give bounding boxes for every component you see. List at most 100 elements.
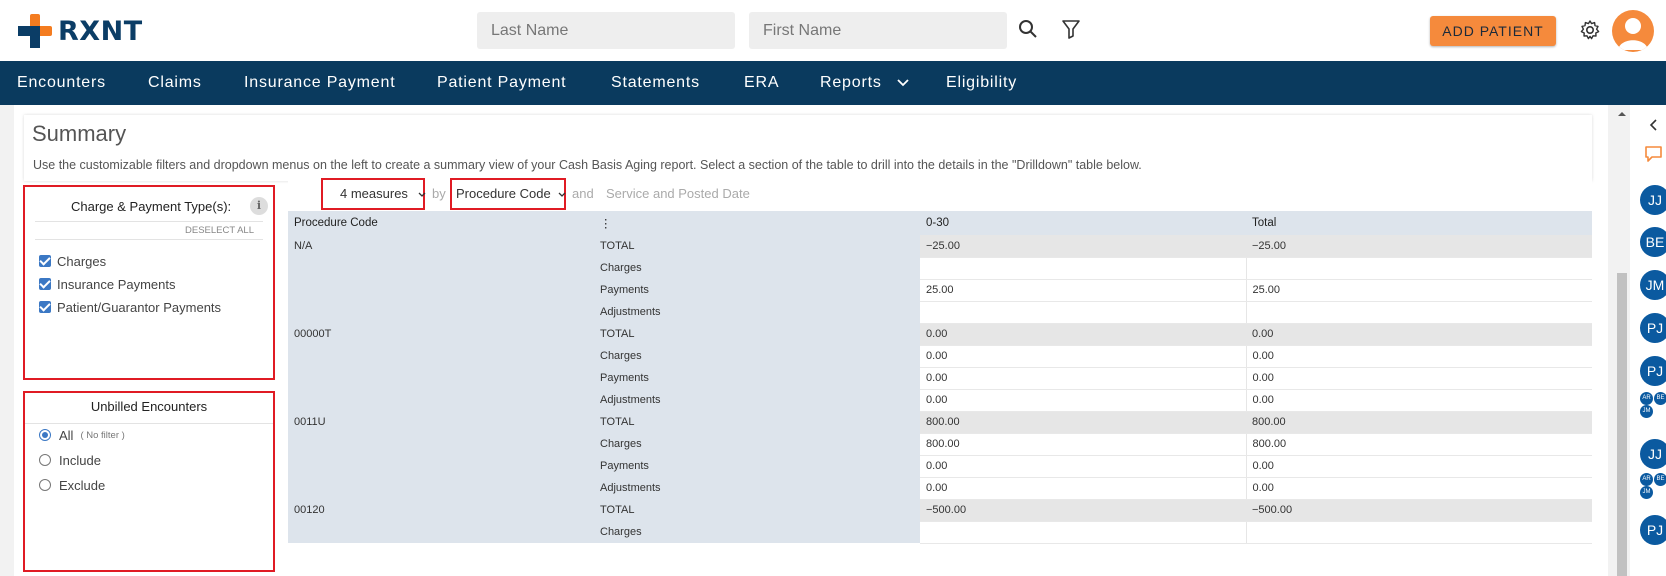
mini-user-chip[interactable]: BE xyxy=(1654,473,1666,486)
filter-icon[interactable] xyxy=(1060,18,1082,40)
user-chip[interactable]: JM xyxy=(1640,270,1666,300)
rxnt-logo[interactable]: RXNT xyxy=(18,14,143,48)
nav-statements[interactable]: Statements xyxy=(611,61,700,105)
value-cell-total[interactable] xyxy=(1246,257,1592,280)
chat-icon[interactable] xyxy=(1644,145,1666,165)
and-label: and xyxy=(572,186,594,201)
value-cell-total[interactable]: 0.00 xyxy=(1246,345,1592,368)
pivot-body: N/A TOTAL −25.00 −25.00 Charges Payments 25.00… xyxy=(288,235,1592,544)
checkbox-insurance-payments[interactable]: Insurance Payments xyxy=(39,276,176,292)
value-cell-total[interactable]: 25.00 xyxy=(1246,279,1592,302)
value-cell-0-30[interactable]: −25.00 xyxy=(920,235,1246,258)
table-row[interactable]: Adjustments 0.00 0.00 xyxy=(288,477,1592,500)
table-row[interactable]: 00000T TOTAL 0.00 0.00 xyxy=(288,323,1592,346)
nav-insurance-payment[interactable]: Insurance Payment xyxy=(244,61,395,105)
info-icon[interactable]: i xyxy=(250,197,268,215)
user-chip[interactable]: PJ xyxy=(1640,356,1666,386)
value-cell-total[interactable]: 0.00 xyxy=(1246,389,1592,412)
value-cell-0-30[interactable] xyxy=(920,521,1247,544)
last-name-input[interactable] xyxy=(477,12,735,49)
measure-cell: Payments xyxy=(594,455,920,477)
value-cell-0-30[interactable]: 0.00 xyxy=(920,477,1247,500)
user-chip[interactable]: JJ xyxy=(1640,185,1666,215)
table-row[interactable]: 0011U TOTAL 800.00 800.00 xyxy=(288,411,1592,434)
user-chip[interactable]: PJ xyxy=(1640,313,1666,343)
gear-icon[interactable] xyxy=(1579,19,1601,41)
value-cell-0-30[interactable]: 0.00 xyxy=(920,455,1247,478)
table-row[interactable]: Payments 25.00 25.00 xyxy=(288,279,1592,302)
table-row[interactable]: Payments 0.00 0.00 xyxy=(288,455,1592,478)
mini-user-chip[interactable]: AR xyxy=(1640,392,1653,405)
value-cell-0-30[interactable]: 0.00 xyxy=(920,345,1247,368)
value-cell-total[interactable]: 0.00 xyxy=(1246,323,1592,346)
value-cell-0-30[interactable] xyxy=(920,257,1247,280)
add-patient-button[interactable]: ADD PATIENT xyxy=(1430,16,1556,46)
value-cell-0-30[interactable]: 0.00 xyxy=(920,389,1247,412)
value-cell-0-30[interactable]: 800.00 xyxy=(920,411,1246,434)
measures-dropdown[interactable]: 4 measures xyxy=(321,178,426,210)
value-cell-total[interactable]: −500.00 xyxy=(1246,499,1592,522)
nav-era[interactable]: ERA xyxy=(744,61,779,105)
nav-encounters[interactable]: Encounters xyxy=(17,61,106,105)
column-header[interactable]: Total xyxy=(1246,211,1592,235)
user-chip[interactable]: PJ xyxy=(1640,515,1666,545)
column-header[interactable]: 0-30 xyxy=(920,211,1246,235)
radio-include[interactable]: Include xyxy=(39,452,101,468)
nav-claims[interactable]: Claims xyxy=(148,61,202,105)
chevron-left-icon[interactable] xyxy=(1648,119,1660,131)
value-cell-total[interactable]: −25.00 xyxy=(1246,235,1592,258)
table-row[interactable]: Payments 0.00 0.00 xyxy=(288,367,1592,390)
user-avatar[interactable] xyxy=(1612,10,1654,52)
value-cell-0-30[interactable]: 800.00 xyxy=(920,433,1247,456)
logo-cross-icon xyxy=(18,14,52,48)
panel-divider xyxy=(35,239,263,240)
user-chip[interactable]: JJ xyxy=(1640,439,1666,469)
table-row[interactable]: N/A TOTAL −25.00 −25.00 xyxy=(288,235,1592,258)
nav-reports[interactable]: Reports xyxy=(820,61,909,105)
column-menu-icon[interactable]: ⋮ xyxy=(600,218,612,230)
value-cell-total[interactable] xyxy=(1246,301,1592,324)
table-row[interactable]: 00120 TOTAL −500.00 −500.00 xyxy=(288,499,1592,522)
mini-user-chip[interactable]: JM xyxy=(1640,405,1653,418)
value-cell-total[interactable]: 800.00 xyxy=(1246,411,1592,434)
value-cell-total[interactable]: 0.00 xyxy=(1246,455,1592,478)
value-cell-total[interactable]: 800.00 xyxy=(1246,433,1592,456)
table-row[interactable]: Charges 800.00 800.00 xyxy=(288,433,1592,456)
secondary-dimension-label[interactable]: Service and Posted Date xyxy=(606,186,750,201)
page-scrollbar[interactable] xyxy=(1614,105,1630,576)
table-row[interactable]: Charges xyxy=(288,521,1592,544)
value-cell-0-30[interactable]: 0.00 xyxy=(920,323,1246,346)
radio-exclude[interactable]: Exclude xyxy=(39,477,105,493)
value-cell-0-30[interactable]: 25.00 xyxy=(920,279,1247,302)
value-cell-total[interactable] xyxy=(1246,521,1592,544)
nav-eligibility[interactable]: Eligibility xyxy=(946,61,1017,105)
radio-all[interactable]: All ( No filter ) xyxy=(39,427,125,443)
column-header-menu[interactable]: ⋮ xyxy=(594,211,920,235)
nav-patient-payment[interactable]: Patient Payment xyxy=(437,61,566,105)
checkbox-patient-guarantor-payments[interactable]: Patient/Guarantor Payments xyxy=(39,299,221,315)
value-cell-total[interactable]: 0.00 xyxy=(1246,477,1592,500)
value-cell-0-30[interactable]: −500.00 xyxy=(920,499,1246,522)
mini-user-chip[interactable]: JM xyxy=(1640,486,1653,499)
first-name-input[interactable] xyxy=(749,12,1007,49)
value-cell-total[interactable]: 0.00 xyxy=(1246,367,1592,390)
checkbox-label: Charges xyxy=(57,253,107,269)
mini-user-chip[interactable]: AR xyxy=(1640,473,1653,486)
search-icon[interactable] xyxy=(1017,18,1039,40)
mini-user-chip[interactable]: BE xyxy=(1654,392,1666,405)
deselect-all-button[interactable]: DESELECT ALL xyxy=(185,225,254,236)
table-row[interactable]: Adjustments xyxy=(288,301,1592,324)
user-chip[interactable]: BE xyxy=(1640,227,1666,257)
table-row[interactable]: Charges xyxy=(288,257,1592,280)
value-cell-0-30[interactable]: 0.00 xyxy=(920,367,1247,390)
procedure-code-cell xyxy=(288,345,594,367)
scroll-up-icon[interactable] xyxy=(1614,109,1630,119)
table-row[interactable]: Charges 0.00 0.00 xyxy=(288,345,1592,368)
radio-unselected-icon xyxy=(39,479,51,491)
column-header[interactable]: Procedure Code xyxy=(288,211,594,235)
group-by-dropdown[interactable]: Procedure Code xyxy=(450,178,566,210)
table-row[interactable]: Adjustments 0.00 0.00 xyxy=(288,389,1592,412)
scroll-thumb[interactable] xyxy=(1617,273,1627,576)
checkbox-charges[interactable]: Charges xyxy=(39,253,106,269)
value-cell-0-30[interactable] xyxy=(920,301,1247,324)
